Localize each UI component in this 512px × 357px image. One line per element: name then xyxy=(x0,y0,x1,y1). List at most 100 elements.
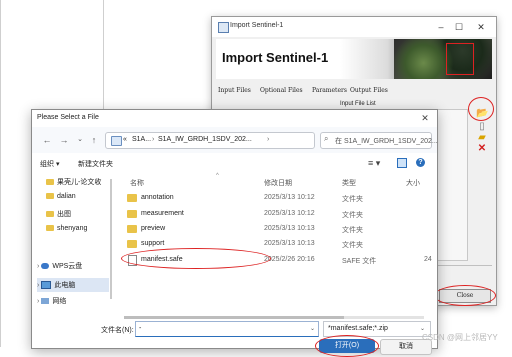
file-date: 2025/3/13 10:12 xyxy=(264,210,315,217)
table-row[interactable]: measurement 2025/3/13 10:12 文件夹 xyxy=(120,207,433,221)
cloud-icon xyxy=(41,263,50,270)
folder-icon xyxy=(127,240,137,248)
preview-pane-icon[interactable] xyxy=(397,158,407,168)
new-folder-button[interactable]: 新建文件夹 xyxy=(78,159,113,169)
sidebar-item-label: 此电脑 xyxy=(54,282,76,289)
file-date: 2025/2/26 20:16 xyxy=(264,256,315,263)
folder-icon xyxy=(127,194,137,202)
annotation-circle xyxy=(315,335,379,357)
watermark: CSDN @网上邻居YY xyxy=(422,333,498,342)
folder-icon xyxy=(46,179,54,186)
computer-icon xyxy=(111,136,122,146)
file-name: preview xyxy=(141,225,166,232)
tab-output-files[interactable]: Output Files xyxy=(350,87,388,94)
table-row[interactable]: annotation 2025/3/13 10:12 文件夹 xyxy=(120,191,433,205)
chevron-down-icon[interactable]: ⌄ xyxy=(420,325,425,332)
chevron-down-icon[interactable]: ⌄ xyxy=(310,325,315,332)
tab-input-files[interactable]: Input Files xyxy=(218,87,251,94)
file-type: 文件夹 xyxy=(342,212,363,219)
filename-field[interactable]: - ⌄ xyxy=(135,321,319,337)
close-icon[interactable]: ✕ xyxy=(474,20,488,34)
tab-parameters[interactable]: Parameters xyxy=(312,87,347,94)
banner-satellite-image xyxy=(394,39,492,79)
sidebar-item-wps-cloud[interactable]: › WPS云盘 xyxy=(37,261,82,271)
view-options-icon[interactable]: ≡ ▾ xyxy=(368,158,380,169)
file-date: 2025/3/13 10:13 xyxy=(264,240,315,247)
sidebar-item-label: 出图 xyxy=(57,211,71,218)
dialog-toolbar: 组织 ▾ 新建文件夹 ≡ ▾ ? xyxy=(32,155,437,173)
file-name: measurement xyxy=(141,210,184,217)
column-header-type[interactable]: 类型 xyxy=(342,178,356,188)
close-icon[interactable]: ✕ xyxy=(418,112,432,124)
organize-button[interactable]: 组织 ▾ xyxy=(40,159,59,169)
file-name: support xyxy=(141,240,165,247)
chevron-right-icon[interactable]: › xyxy=(37,298,39,305)
dialog-titlebar: Please Select a File ✕ xyxy=(32,110,437,126)
filename-label: 文件名(N): xyxy=(101,327,134,334)
breadcrumb-segment[interactable]: S1A_IW_GRDH_1SDV_202... xyxy=(158,136,252,143)
sidebar-item-folder[interactable]: dalian xyxy=(46,193,76,200)
back-arrow-icon[interactable]: ← xyxy=(42,135,52,145)
file-type: 文件夹 xyxy=(342,227,363,234)
import-heading: Import Sentinel-1 xyxy=(222,50,329,65)
table-row[interactable]: preview 2025/3/13 10:13 文件夹 xyxy=(120,222,433,236)
search-input[interactable]: ⌕ 在 S1A_IW_GRDH_1SDV_202... xyxy=(320,132,438,149)
file-date: 2025/3/13 10:13 xyxy=(264,225,315,232)
column-header-name[interactable]: 名称 xyxy=(130,178,144,188)
folder-icon xyxy=(46,225,54,232)
tab-optional-files[interactable]: Optional Files xyxy=(260,87,303,94)
horizontal-scrollbar[interactable] xyxy=(124,316,424,319)
dialog-title: Please Select a File xyxy=(37,114,99,121)
folder-icon xyxy=(127,225,137,233)
breadcrumb-separator: › xyxy=(267,136,270,143)
annotation-circle xyxy=(434,285,496,306)
sidebar-item-label: shenyang xyxy=(57,225,88,232)
import-titlebar: Import Sentinel-1 – ☐ ✕ xyxy=(212,17,496,37)
chevron-down-icon[interactable]: ⌄ xyxy=(75,135,85,145)
breadcrumb-separator: › xyxy=(152,136,155,143)
sort-caret-icon: ^ xyxy=(216,173,219,179)
maximize-icon[interactable]: ☐ xyxy=(452,20,466,34)
sidebar-item-network[interactable]: › 网络 xyxy=(37,296,66,306)
sidebar-item-folder[interactable]: shenyang xyxy=(46,225,87,232)
help-icon[interactable]: ? xyxy=(416,158,425,167)
scrollbar-thumb[interactable] xyxy=(124,316,344,319)
breadcrumb-segment[interactable]: S1A... xyxy=(132,136,151,143)
file-select-dialog: Please Select a File ✕ ← → ⌄ ↑ « S1A... … xyxy=(31,109,438,357)
import-bottom-separator xyxy=(432,265,492,284)
banner-highlight-box xyxy=(446,43,474,75)
navigation-bar: ← → ⌄ ↑ « S1A... › S1A_IW_GRDH_1SDV_202.… xyxy=(32,127,438,153)
sidebar-item-this-pc[interactable]: › 此电脑 xyxy=(37,278,109,292)
folder-icon xyxy=(46,193,54,200)
search-icon: ⌕ xyxy=(324,134,329,143)
chevron-right-icon[interactable]: › xyxy=(37,263,39,270)
folder-icon xyxy=(127,210,137,218)
network-icon xyxy=(41,298,50,305)
remove-icon[interactable]: ✕ xyxy=(476,143,488,155)
column-header-date[interactable]: 修改日期 xyxy=(264,178,292,188)
address-bar[interactable]: « S1A... › S1A_IW_GRDH_1SDV_202... › xyxy=(105,132,315,149)
up-arrow-icon[interactable]: ↑ xyxy=(89,135,99,145)
chevron-right-icon[interactable]: › xyxy=(37,282,39,289)
filename-value: - xyxy=(139,325,142,332)
nav-scrollbar[interactable] xyxy=(110,179,112,299)
sidebar-item-label: WPS云盘 xyxy=(52,263,83,270)
app-icon xyxy=(218,22,229,33)
navigation-pane: 果壳儿-论文收 dalian 出图 shenyang › WPS云盘 › 此电脑 ›… xyxy=(32,173,112,311)
sidebar-item-label: dalian xyxy=(57,193,76,200)
computer-icon xyxy=(41,281,52,290)
column-headers: 名称 ^ 修改日期 类型 大小 xyxy=(120,173,433,188)
file-type: 文件夹 xyxy=(342,196,363,203)
sidebar-item-label: 网络 xyxy=(52,298,67,305)
file-type: 文件夹 xyxy=(342,242,363,249)
column-header-size[interactable]: 大小 xyxy=(406,178,420,188)
file-list: 名称 ^ 修改日期 类型 大小 annotation 2025/3/13 10:… xyxy=(120,173,433,311)
forward-arrow-icon[interactable]: → xyxy=(59,135,69,145)
sidebar-item-folder[interactable]: 果壳儿-论文收 xyxy=(46,177,101,187)
file-name: annotation xyxy=(141,194,174,201)
sidebar-item-folder[interactable]: 出图 xyxy=(46,209,71,219)
minimize-icon[interactable]: – xyxy=(434,20,448,34)
breadcrumb-overflow[interactable]: « xyxy=(123,136,127,143)
sidebar-item-label: 果壳儿-论文收 xyxy=(57,179,102,186)
file-date: 2025/3/13 10:12 xyxy=(264,194,315,201)
